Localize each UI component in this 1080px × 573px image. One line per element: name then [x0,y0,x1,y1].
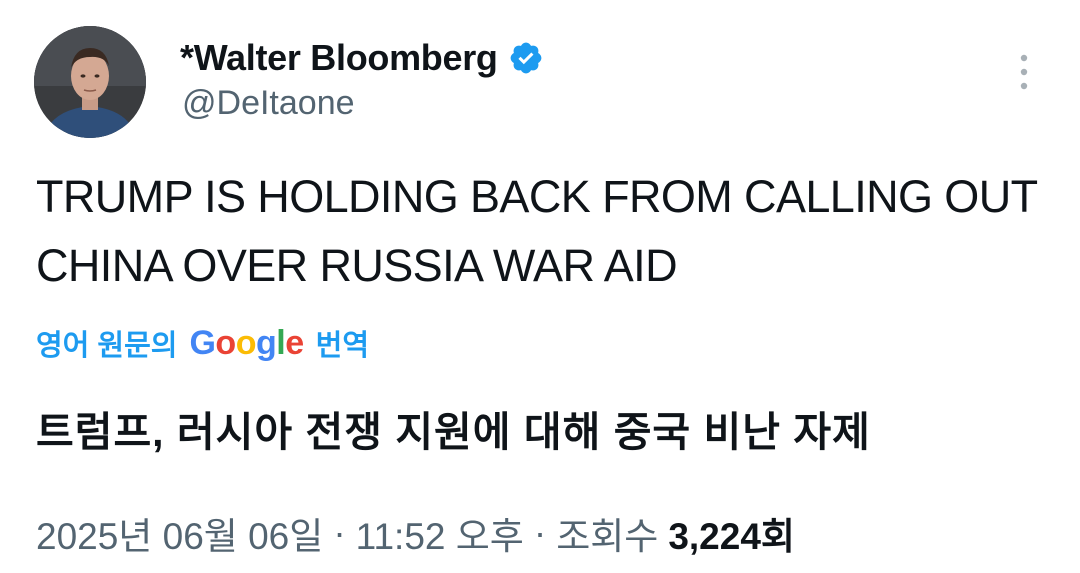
user-handle[interactable]: @DeItaone [182,84,355,123]
translation-prefix: 영어 원문의 [36,330,178,362]
google-letter: g [255,323,277,362]
verified-badge-icon [508,40,544,76]
tweet-time[interactable]: 11:52 오후 [356,506,524,560]
views-count[interactable]: 3,224회 [668,506,795,560]
avatar-image [34,26,146,138]
google-letter: o [215,323,236,362]
google-letter: G [189,323,216,362]
translation-suffix: 번역 [315,330,370,362]
tweet-card: *Walter Bloomberg @DeItaone TRUMP IS HOL… [0,0,1080,573]
meta-separator: · [333,512,346,553]
avatar[interactable] [34,26,146,138]
google-letter: o [235,323,257,362]
views-label: 조회수 [556,516,659,557]
meta-separator: · [533,512,547,553]
translated-text: 트럼프, 러시아 전쟁 지원에 대해 중국 비난 자제 [36,409,871,455]
google-logo: Google [189,323,304,363]
google-letter: l [276,323,286,362]
more-options-icon[interactable] [1010,50,1038,94]
google-letter: e [285,323,304,362]
display-name[interactable]: *Walter Bloomberg [180,37,498,79]
tweet-metadata: 2025년 06월 06일 · 11:52 오후 · 조회수 3,224회 [36,506,795,560]
tweet-date[interactable]: 2025년 06월 06일 [36,506,323,560]
translation-attribution[interactable]: 영어 원문의 Google 번역 [36,320,369,366]
display-name-row: *Walter Bloomberg [180,36,544,80]
tweet-text: TRUMP IS HOLDING BACK FROM CALLING OUT C… [36,171,1037,291]
